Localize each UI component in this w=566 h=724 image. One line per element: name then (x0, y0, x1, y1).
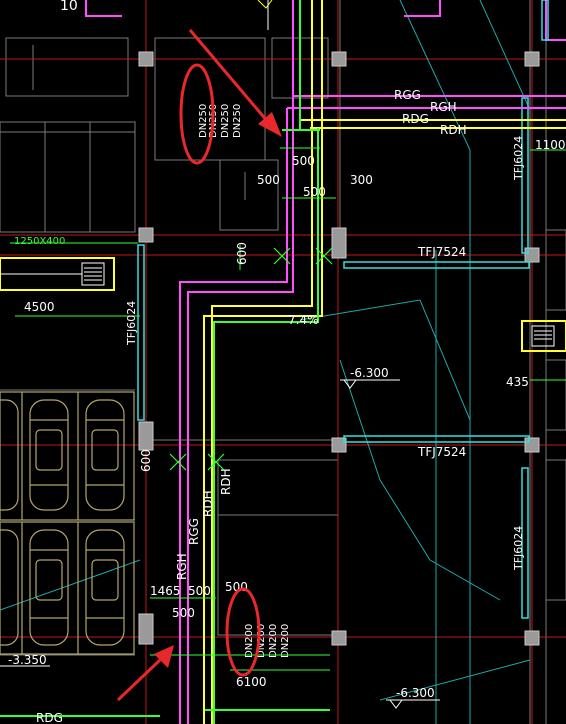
duct-label-tfj7524: TFJ7524 (417, 245, 466, 259)
duct-label-tfj6024: TFJ6024 (125, 301, 138, 346)
pipe-label-rgh-vertical: RGH (175, 553, 189, 580)
car-icon (0, 399, 19, 511)
elevation-mark (0, 379, 440, 709)
car-icon (85, 399, 125, 511)
elevation-label: -6.300 (396, 686, 435, 700)
pipe-size-group-top: DN250 DN250 DN250 DN250 (198, 104, 243, 138)
elevation-label: -6.300 (350, 366, 389, 380)
pipe-size-group-bottom: DN200 DN200 DN200 DN200 (244, 624, 291, 658)
top-white-mark (257, 0, 273, 9)
sheet-number: 10 (60, 0, 78, 14)
elevation-label: -3.350 (8, 653, 47, 667)
car-icon (0, 529, 19, 646)
pipe-label-rgg-vertical: RGG (187, 518, 201, 545)
dimension-label: 600 (235, 242, 249, 265)
duct-label-tfj6024: TFJ6024 (512, 526, 525, 571)
car-icon (29, 529, 69, 646)
pipe-size-label: DN200 (244, 624, 255, 658)
dimension-label: 6100 (236, 675, 267, 689)
dimension-lines (15, 147, 566, 671)
pipe-label-rdh-vertical: RDH (201, 490, 215, 517)
dimension-label: 500 (303, 185, 326, 199)
dimension-label: 1100 (535, 138, 566, 152)
dimension-label: 600 (139, 449, 153, 472)
top-frames (85, 0, 566, 41)
pipe-label-rdg: RDG (402, 112, 429, 126)
pipe-label-rgh: RGH (430, 100, 457, 114)
dimension-label: 300 (350, 173, 373, 187)
dimension-label: 1465 (150, 584, 181, 598)
pipe-rgh (179, 107, 566, 724)
pipe-green (0, 0, 330, 724)
duct-size-label: 1250X400 (14, 236, 65, 247)
cad-drawing-canvas: 10 RGG RGH RDG RDH RGH RGG RDH RDH RDG D… (0, 0, 566, 724)
pipe-size-label: DN200 (268, 624, 279, 658)
pipe-label-rdg-bottom: RDG (36, 711, 63, 724)
slope-label: 7.4% (288, 313, 319, 327)
pipe-size-label: DN250 (220, 104, 231, 138)
duct-label-tfj7524: TFJ7524 (417, 445, 466, 459)
car-icon (29, 399, 69, 511)
pipe-label-rdh: RDH (440, 123, 467, 137)
dimension-label: 500 (257, 173, 280, 187)
duct-label-tfj6024: TFJ6024 (512, 136, 525, 181)
structural-columns (138, 51, 540, 646)
pipe-size-label: DN250 (232, 104, 243, 138)
dimension-label: 435 (506, 375, 529, 389)
dimension-label: 500 (188, 584, 211, 598)
dimension-label: 500 (292, 154, 315, 168)
pipe-size-label: DN200 (280, 624, 291, 658)
pipe-label-rdh-vertical-2: RDH (219, 468, 233, 495)
air-diffuser (521, 320, 566, 352)
parking-cars (0, 391, 135, 655)
air-diffuser (0, 257, 115, 291)
pipe-label-rgg: RGG (394, 88, 421, 102)
car-icon (85, 529, 125, 646)
dimension-label: 4500 (24, 300, 55, 314)
dimension-label: 500 (172, 606, 195, 620)
